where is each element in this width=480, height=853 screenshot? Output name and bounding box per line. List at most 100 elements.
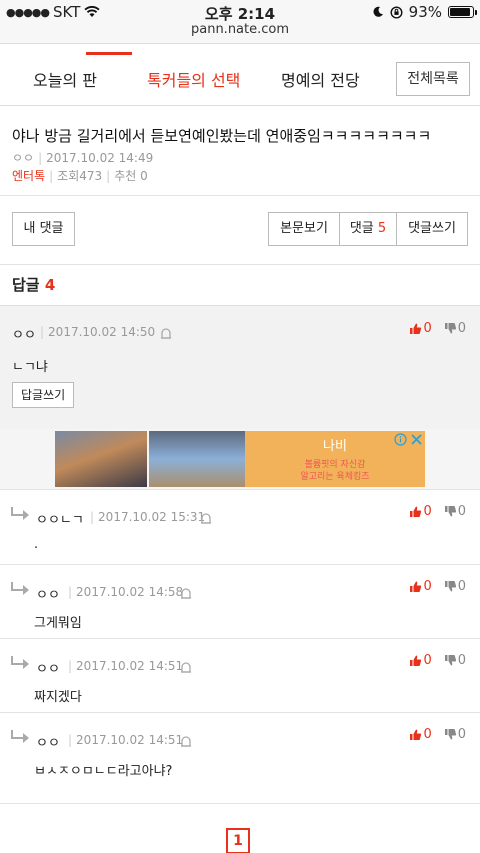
write-comment-button[interactable]: 댓글쓰기 — [397, 213, 467, 245]
ad-image[interactable] — [55, 431, 147, 487]
tab-hall-of-fame[interactable]: 명예의 전당 — [281, 67, 360, 91]
comment-votes: 0 0 — [409, 321, 466, 336]
reply-item: ㅇㅇ | 2017.10.02 14:51 0 0 짜지겠다 — [0, 638, 480, 712]
ad-controls — [394, 433, 423, 446]
reply-author: ㅇㅇ — [36, 662, 60, 677]
reply-text: . — [34, 537, 39, 552]
url-bar[interactable]: pann.nate.com — [0, 22, 480, 44]
downvote-count: 0 — [457, 653, 466, 668]
post-views: 조회473 — [57, 169, 103, 183]
tab-today[interactable]: 오늘의 판 — [33, 67, 97, 91]
reply-votes: 00 — [409, 504, 466, 519]
upvote-button[interactable]: 0 — [409, 727, 432, 742]
ad-image[interactable] — [149, 431, 245, 487]
divider — [0, 195, 480, 196]
comment-author: ㅇㅇ — [12, 328, 36, 343]
my-comments-button[interactable]: 내 댓글 — [12, 212, 75, 246]
report-siren-icon[interactable] — [200, 512, 212, 524]
reply-author: ㅇㅇ — [36, 736, 60, 751]
main-nav: 오늘의 판 톡커들의 선택 명예의 전당 전체목록 — [0, 52, 480, 106]
ad-info-icon[interactable] — [394, 433, 407, 446]
post-date: 2017.10.02 14:49 — [46, 151, 154, 165]
reply-votes: 00 — [409, 727, 466, 742]
report-siren-icon[interactable] — [160, 327, 172, 339]
active-tab-indicator — [86, 52, 132, 55]
report-siren-icon[interactable] — [180, 735, 192, 747]
ad-text-panel[interactable]: 나비 볼륨핏의 자신감 알고리는 육체킹즈 — [245, 431, 425, 487]
upvote-count: 0 — [423, 504, 432, 519]
page-1-button[interactable]: 1 — [226, 828, 250, 853]
reply-arrow-icon — [11, 582, 29, 595]
divider — [0, 803, 480, 804]
tab-talkers-choice[interactable]: 톡커들의 선택 — [147, 67, 240, 91]
post-meta: ㅇㅇ | 2017.10.02 14:49 — [12, 149, 153, 166]
post-action-buttons: 본문보기 댓글 5 댓글쓰기 — [268, 212, 468, 246]
comment-date-text: 2017.10.02 14:50 — [48, 325, 156, 339]
divider: | — [68, 585, 73, 599]
post-stats: 엔터톡 | 조회473 | 추천 0 — [12, 167, 148, 184]
reply-date-text: 2017.10.02 14:51 — [76, 659, 184, 673]
post-recommend: 추천 0 — [114, 169, 148, 183]
full-list-button[interactable]: 전체목록 — [396, 62, 470, 96]
upvote-count: 0 — [423, 321, 432, 336]
reply-date: | 2017.10.02 14:51 — [64, 733, 183, 747]
reply-text: ㅂㅅㅈㅇㅁㄴㄷ라고아냐? — [34, 764, 173, 779]
replies-label: 답글 — [12, 276, 40, 294]
reply-item: ㅇㅇ | 2017.10.02 14:51 0 0 ㅂㅅㅈㅇㅁㄴㄷ라고아냐? — [0, 712, 480, 803]
report-siren-icon[interactable] — [180, 661, 192, 673]
post-title: 야나 방금 길거리에서 듣보연예인봤는데 연애중임ㅋㅋㅋㅋㅋㅋㅋㅋ — [12, 127, 432, 145]
upvote-button[interactable]: 0 — [409, 653, 432, 668]
divider — [0, 264, 480, 265]
battery-fill — [450, 8, 471, 16]
downvote-button[interactable]: 0 — [444, 321, 466, 336]
replies-count: 4 — [44, 276, 56, 294]
downvote-count: 0 — [457, 579, 466, 594]
status-bar: ●●●●● SKT 오후 2:14 93% — [0, 0, 480, 23]
reply-item: ㅇㅇ | 2017.10.02 14:58 0 0 그게뭐임 — [0, 564, 480, 638]
battery-icon — [448, 6, 477, 18]
reply-arrow-icon — [11, 730, 29, 743]
post-category[interactable]: 엔터톡 — [12, 169, 45, 183]
ad-banner[interactable]: 나비 볼륨핏의 자신감 알고리는 육체킹즈 — [0, 429, 480, 489]
ad-content[interactable]: 나비 볼륨핏의 자신감 알고리는 육체킹즈 — [55, 431, 425, 487]
reply-text: 그게뭐임 — [34, 616, 82, 631]
reply-date-text: 2017.10.02 14:51 — [76, 733, 184, 747]
downvote-count: 0 — [457, 504, 466, 519]
thumbs-down-icon — [444, 581, 456, 592]
upvote-count: 0 — [423, 579, 432, 594]
ad-close-icon[interactable] — [410, 433, 423, 446]
reply-date: | 2017.10.02 14:51 — [64, 659, 183, 673]
downvote-button[interactable]: 0 — [444, 727, 466, 742]
thumbs-up-icon — [410, 655, 422, 666]
divider: | — [68, 659, 73, 673]
reply-text: 짜지겠다 — [34, 690, 82, 705]
post-author: ㅇㅇ — [12, 151, 35, 165]
reply-date: | 2017.10.02 14:58 — [64, 585, 183, 599]
view-body-button[interactable]: 본문보기 — [269, 213, 340, 245]
parent-comment: ㅇㅇ | 2017.10.02 14:50 0 0 ㄴㄱ냐 답글쓰기 — [0, 305, 480, 429]
thumbs-down-icon — [444, 323, 456, 334]
reply-votes: 00 — [409, 653, 466, 668]
thumbs-up-icon — [410, 506, 422, 517]
rotation-lock-icon — [390, 5, 403, 19]
divider: | — [40, 325, 45, 339]
upvote-button[interactable]: 0 — [409, 321, 432, 336]
downvote-button[interactable]: 0 — [444, 653, 466, 668]
comments-button[interactable]: 댓글 5 — [340, 213, 397, 245]
reply-arrow-icon — [11, 507, 29, 520]
write-reply-button[interactable]: 답글쓰기 — [12, 382, 75, 408]
thumbs-up-icon — [410, 581, 422, 592]
downvote-button[interactable]: 0 — [444, 504, 466, 519]
reply-date-text: 2017.10.02 15:31 — [98, 510, 206, 524]
downvote-button[interactable]: 0 — [444, 579, 466, 594]
report-siren-icon[interactable] — [180, 587, 192, 599]
divider: | — [90, 510, 95, 524]
thumbs-down-icon — [444, 506, 456, 517]
comment-text: ㄴㄱ냐 — [12, 360, 48, 375]
battery-percent: 93% — [408, 3, 442, 21]
upvote-button[interactable]: 0 — [409, 504, 432, 519]
divider: | — [106, 169, 111, 183]
reply-votes: 00 — [409, 579, 466, 594]
moon-icon — [373, 6, 383, 17]
upvote-button[interactable]: 0 — [409, 579, 432, 594]
